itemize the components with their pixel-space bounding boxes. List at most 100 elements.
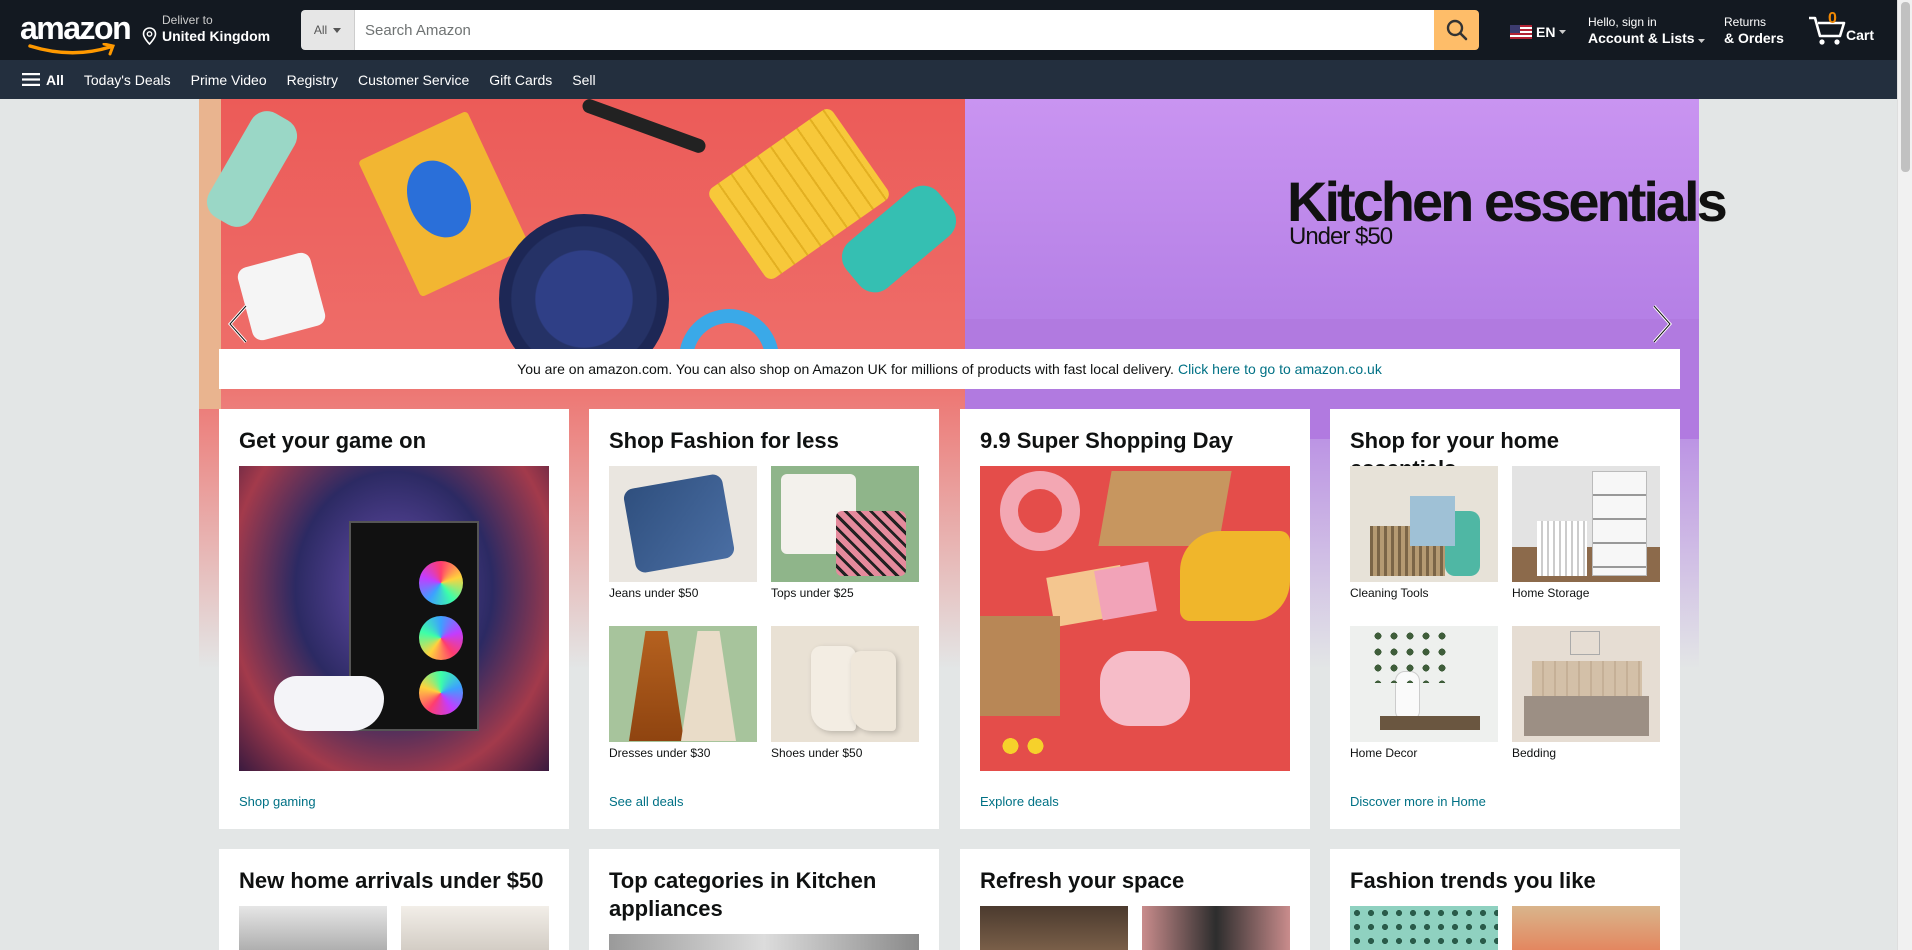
notice-text: You are on amazon.com. You can also shop… — [517, 361, 1174, 377]
box — [980, 616, 1060, 716]
card-new-home-arrivals: New home arrivals under $50 — [219, 849, 569, 950]
storage-rack — [1537, 521, 1587, 576]
logo-wordmark: amazon — [20, 10, 132, 46]
card-link-see-all-deals[interactable]: See all deals — [609, 794, 683, 809]
nav-registry[interactable]: Registry — [287, 72, 338, 88]
rgb-fan — [419, 616, 463, 660]
caret-down-icon — [1559, 30, 1567, 34]
pot-image[interactable] — [239, 906, 387, 950]
all-menu-button[interactable]: All — [22, 72, 64, 88]
boot — [851, 651, 896, 731]
account-lists[interactable]: Hello, sign in Account & Lists — [1588, 15, 1706, 47]
tile-bedding[interactable]: Bedding — [1512, 626, 1660, 760]
tile-dresses[interactable]: Dresses under $30 — [609, 626, 757, 760]
bed — [1524, 696, 1649, 736]
us-flag-icon — [1510, 25, 1532, 39]
tile-shoes[interactable]: Shoes under $50 — [771, 626, 919, 760]
fashion-trend-image-2[interactable] — [1512, 906, 1660, 950]
tile-caption: Home Storage — [1512, 586, 1590, 600]
orders-label: & Orders — [1724, 30, 1784, 46]
pink-ring — [1000, 471, 1080, 551]
location-pin-icon — [142, 27, 157, 45]
scrollbar-thumb[interactable] — [1901, 2, 1910, 172]
cleaning-tools-image — [1350, 466, 1498, 582]
nav-prime-video[interactable]: Prime Video — [191, 72, 267, 88]
cards — [1094, 561, 1157, 621]
search-category-label: All — [313, 23, 328, 37]
nav-gift-cards[interactable]: Gift Cards — [489, 72, 552, 88]
search-category-dropdown[interactable]: All — [301, 10, 355, 50]
rgb-fan — [419, 671, 463, 715]
earrings — [998, 731, 1048, 761]
carousel-prev-arrow-icon[interactable] — [226, 304, 250, 344]
search-button[interactable] — [1434, 10, 1479, 50]
page-scrollbar[interactable] — [1897, 0, 1912, 950]
refresh-image-1[interactable] — [980, 906, 1128, 950]
logo-smile-icon — [28, 43, 116, 56]
jeans-image — [609, 466, 757, 582]
tile-caption: Dresses under $30 — [609, 746, 711, 760]
all-menu-label: All — [46, 71, 64, 88]
watch — [580, 99, 708, 155]
tops-image — [771, 466, 919, 582]
tile-cleaning-tools[interactable]: Cleaning Tools — [1350, 466, 1498, 600]
card-title: Shop Fashion for less — [609, 428, 839, 453]
card-link-explore-deals[interactable]: Explore deals — [980, 794, 1059, 809]
caret-down-icon — [333, 27, 342, 33]
caret-down-icon — [1698, 39, 1706, 43]
card-link-shop-gaming[interactable]: Shop gaming — [239, 794, 316, 809]
card-kitchen-appliances: Top categories in Kitchen appliances — [589, 849, 939, 950]
dresses-image — [609, 626, 757, 742]
headboard — [1532, 661, 1642, 701]
tile-jeans[interactable]: Jeans under $50 — [609, 466, 757, 600]
card-title: Get your game on — [239, 428, 427, 453]
nav-todays-deals[interactable]: Today's Deals — [84, 72, 171, 88]
notice-link[interactable]: Click here to go to amazon.co.uk — [1178, 361, 1382, 377]
refresh-image-2[interactable] — [1142, 906, 1290, 950]
nav-customer-service[interactable]: Customer Service — [358, 72, 469, 88]
top-nav: amazon Deliver to United Kingdom All EN — [0, 0, 1897, 60]
tile-caption: Home Decor — [1350, 746, 1418, 760]
card-title: 9.9 Super Shopping Day — [980, 428, 1234, 453]
card-gaming: Get your game on Shop gaming — [219, 409, 569, 829]
plant — [1370, 628, 1450, 683]
drawer-cabinet — [1592, 471, 1647, 576]
carousel-next-arrow-icon[interactable] — [1650, 304, 1674, 344]
tile-caption: Jeans under $50 — [609, 586, 699, 600]
amazon-logo[interactable]: amazon — [20, 10, 132, 56]
deliver-to[interactable]: Deliver to United Kingdom — [142, 13, 270, 45]
card-super-shopping-day: 9.9 Super Shopping Day Explore deals — [960, 409, 1310, 829]
tile-home-decor[interactable]: Home Decor — [1350, 626, 1498, 760]
language-selector[interactable]: EN — [1510, 24, 1567, 40]
deliver-location: United Kingdom — [162, 28, 271, 44]
boot — [811, 646, 856, 731]
card-title: Top categories in Kitchen appliances — [609, 868, 877, 921]
account-label: Account & Lists — [1588, 29, 1706, 47]
lace-dress — [681, 631, 736, 741]
bedding-image — [1512, 626, 1660, 742]
zebra-top — [836, 511, 906, 576]
nav-sell[interactable]: Sell — [572, 72, 595, 88]
towel — [1410, 496, 1455, 546]
returns-orders[interactable]: Returns & Orders — [1724, 15, 1784, 47]
tile-tops[interactable]: Tops under $25 — [771, 466, 919, 600]
wall-art — [1570, 631, 1600, 655]
hero-subtitle: Under $50 — [1289, 223, 1393, 250]
card-title: Refresh your space — [980, 868, 1185, 893]
cart-button[interactable]: 0 Cart — [1808, 10, 1888, 50]
language-label: EN — [1536, 24, 1556, 40]
card-link-discover-home[interactable]: Discover more in Home — [1350, 794, 1486, 809]
tile-home-storage[interactable]: Home Storage — [1512, 466, 1660, 600]
kitchen-appliance-image[interactable] — [609, 934, 919, 950]
game-controller — [274, 676, 384, 731]
rust-dress — [629, 631, 684, 741]
card-home-essentials: Shop for your home essentials Cleaning T… — [1330, 409, 1680, 829]
fashion-trend-image-1[interactable] — [1350, 906, 1498, 950]
hamburger-icon — [22, 73, 40, 86]
returns-label: Returns — [1724, 15, 1767, 29]
blender-image[interactable] — [401, 906, 549, 950]
tray — [1380, 716, 1480, 730]
gaming-pc-image[interactable] — [239, 466, 549, 771]
shopping-day-image[interactable] — [980, 466, 1290, 771]
search-input[interactable] — [355, 10, 1434, 50]
